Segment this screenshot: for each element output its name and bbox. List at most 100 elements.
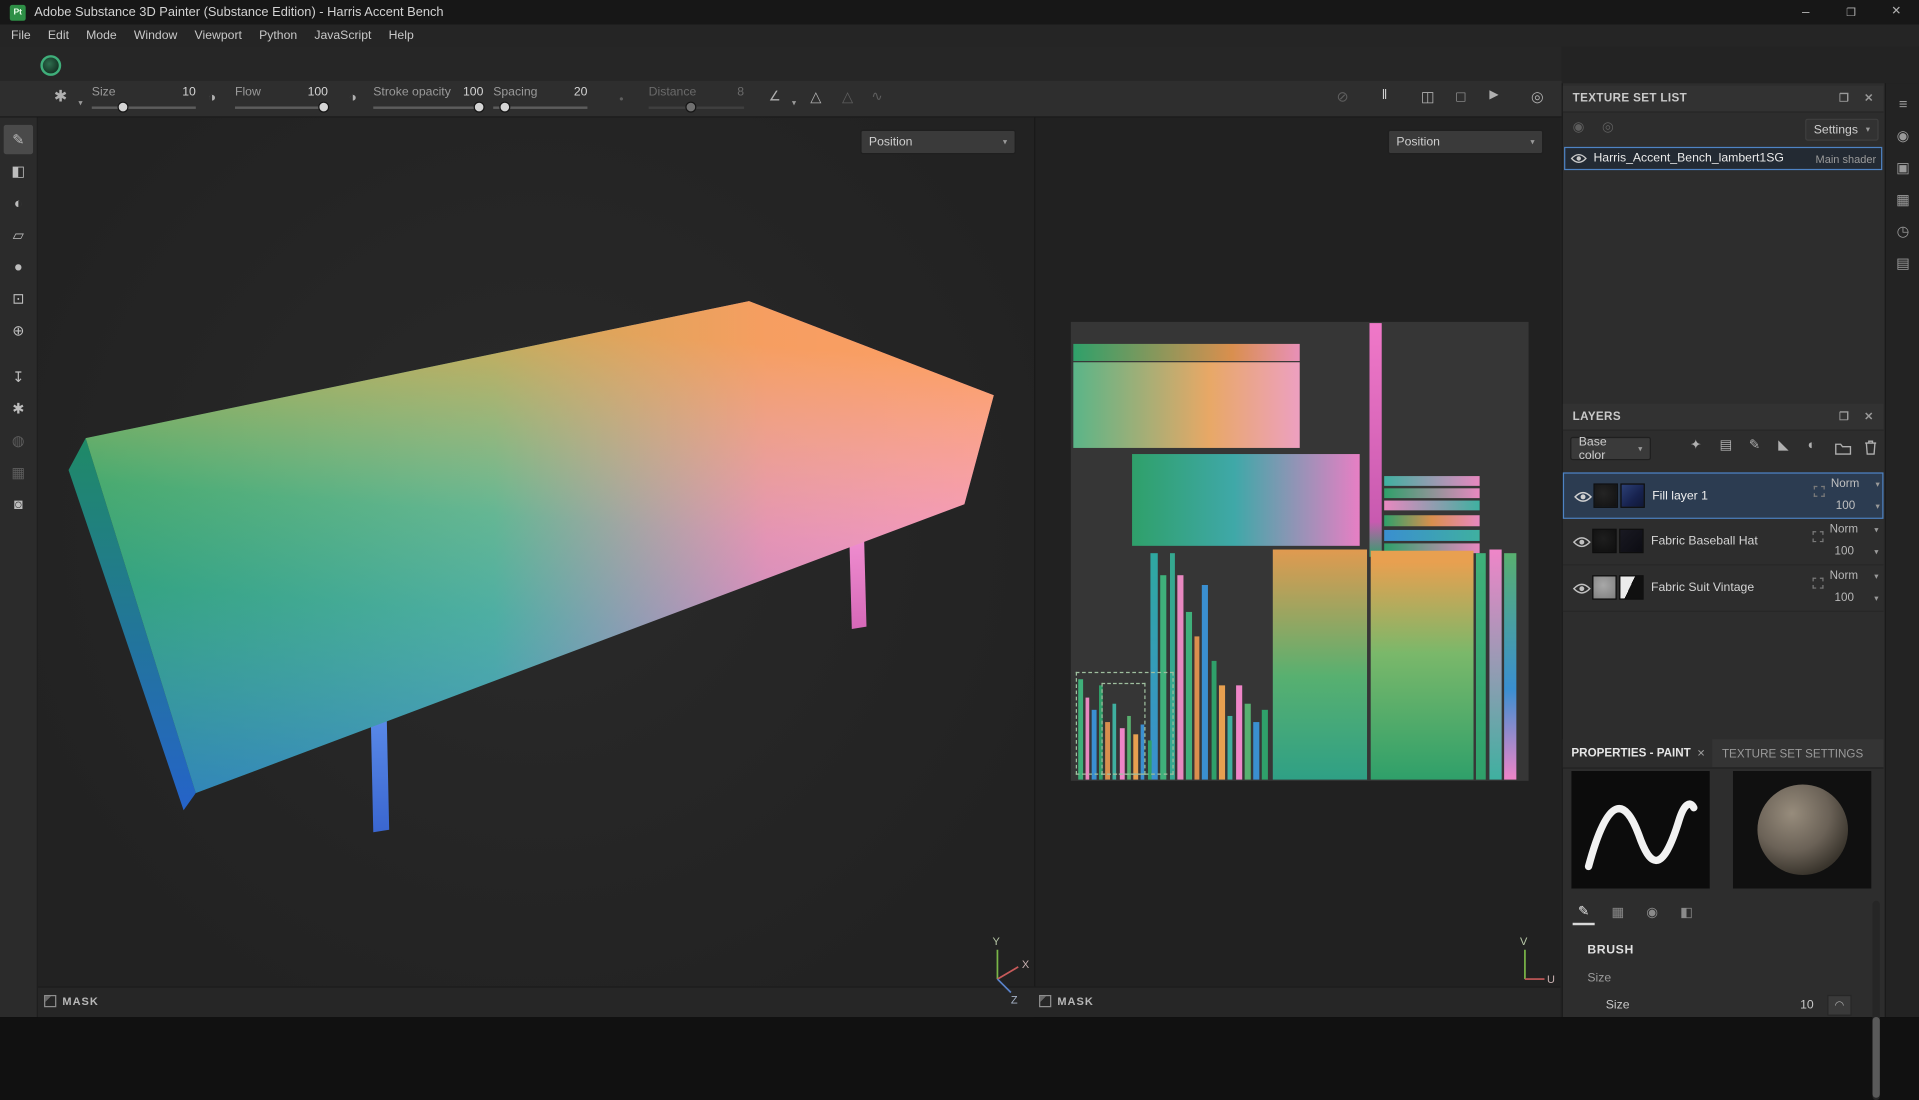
subtab-stencil-icon[interactable]: ◉ [1641,902,1663,924]
layer-thumbnail[interactable] [1592,575,1617,600]
assets-panel-icon[interactable]: ▦ [1886,186,1919,213]
close-panel-icon[interactable]: ✕ [1864,92,1874,104]
shader-settings-icon[interactable]: ◉ [1886,122,1919,149]
blend-mode-select[interactable]: Norm ▾ [1830,523,1879,536]
spacing-slider[interactable] [493,100,588,115]
minimize-button[interactable]: – [1783,0,1828,24]
mask-icon[interactable] [1039,994,1052,1008]
menu-help[interactable]: Help [380,29,422,42]
trash-icon[interactable] [1864,439,1877,455]
detach-panel-icon[interactable]: ❐ [1839,92,1849,104]
texture-set-settings-icon[interactable]: ▣ [1886,154,1919,181]
layer-thumbnail[interactable] [1593,483,1618,508]
split-view-icon[interactable]: ◫ [1421,89,1435,104]
paint-tool[interactable]: ✎ [3,124,34,155]
opacity-falloff-icon[interactable]: ◑ [349,91,357,105]
viewport-3d[interactable]: Position ▾ [37,117,1035,1018]
blend-mode-select[interactable]: Norm ▾ [1830,569,1879,582]
properties-scrollbar-track[interactable] [1872,900,1880,1100]
opacity-select[interactable]: 100 ▾ [1836,499,1880,512]
log-icon[interactable]: ▤ [1886,250,1919,277]
pressure-toggle[interactable]: ◠ [1827,994,1852,1016]
tab-properties-paint[interactable]: PROPERTIES - PAINT ✕ [1562,739,1713,768]
export-tool[interactable]: ↧ [4,362,33,391]
flow-falloff-icon[interactable]: ◑ [208,91,216,105]
subtab-material-icon[interactable]: ◧ [1675,902,1697,924]
menu-python[interactable]: Python [251,29,306,42]
angle-icon[interactable]: ∠ [769,90,781,104]
uv-view-toggle-icon[interactable]: ◎ [1602,121,1614,134]
channel-filter-dropdown[interactable]: Base color ▾ [1570,435,1651,462]
display-tool[interactable]: ◙ [4,490,33,519]
layer-mask-thumbnail[interactable] [1619,528,1644,554]
viewport-2d[interactable]: Position ▾ [1035,117,1561,1018]
channel-select-3d[interactable]: Position ▾ [860,129,1016,155]
subtab-brush-icon[interactable]: ✎ [1572,901,1595,926]
eye-icon[interactable] [1574,491,1593,503]
maximize-button[interactable]: ❐ [1828,0,1873,24]
layer-thumbnail[interactable] [1592,528,1617,554]
add-effect-icon[interactable]: ✦ [1690,439,1701,452]
brush-preset-thumbnail[interactable] [40,55,62,76]
layer-mask-thumbnail[interactable] [1619,575,1644,600]
uv-island-strip [1504,553,1517,780]
add-mask-icon[interactable]: ◐ [1808,439,1816,452]
video-capture-icon[interactable]: ▶ [1489,89,1498,101]
eraser-tool[interactable]: ◧ [4,157,33,186]
close-button[interactable]: ✕ [1874,0,1919,24]
settings-tool[interactable]: ✱ [4,394,33,423]
layer-mask-thumbnail[interactable] [1620,483,1645,508]
projection-tool[interactable]: ◐ [4,188,33,217]
polygon-fill-tool[interactable]: ▱ [4,220,33,249]
channel-select-2d-chevron-icon: ▾ [1530,138,1535,147]
material-view-toggle-icon[interactable]: ◉ [1573,121,1585,134]
eye-icon[interactable] [1572,536,1591,548]
subtab-alpha-icon[interactable]: ▦ [1607,902,1629,924]
symmetry-icon[interactable]: △ [810,89,821,104]
pause-engine-icon[interactable]: ‖ [1382,89,1388,102]
brush-alpha-chevron-icon[interactable]: ▾ [78,98,82,108]
size-slider[interactable] [91,100,196,115]
group-folder-icon[interactable] [1835,441,1852,456]
tab-texture-set-settings[interactable]: TEXTURE SET SETTINGS [1722,748,1863,761]
menu-window[interactable]: Window [125,29,186,42]
add-fill-layer-icon[interactable]: ◣ [1778,439,1788,452]
layer-row-fill-layer-1[interactable]: Fill layer 1 Norm ▾ 100 ▾ [1562,472,1884,519]
flow-slider[interactable] [234,100,330,115]
menu-file[interactable]: File [2,29,39,42]
properties-scrollbar-thumb[interactable] [1872,1017,1880,1098]
layer-row-fabric-suit-vintage[interactable]: Fabric Suit Vintage Norm ▾ 100 ▾ [1562,565,1884,612]
hide-ui-icon[interactable]: ⊘ [1336,89,1348,104]
opacity-select[interactable]: 100 ▾ [1835,591,1879,604]
brush-alpha-icon[interactable]: ✱ [54,88,67,104]
eye-icon[interactable] [1570,153,1587,164]
menu-mode[interactable]: Mode [78,29,126,42]
texture-set-settings-dropdown[interactable]: Settings ▾ [1805,118,1879,141]
angle-chevron-icon[interactable]: ▾ [792,98,796,108]
layer-row-fabric-baseball-hat[interactable]: Fabric Baseball Hat Norm ▾ 100 ▾ [1562,518,1884,566]
tab-close-icon[interactable]: ✕ [1697,748,1705,758]
display-settings-icon[interactable]: ≡ [1886,91,1919,118]
detach-panel-icon[interactable]: ❐ [1839,411,1849,422]
opacity-select[interactable]: 100 ▾ [1835,545,1879,558]
lazy-mouse-icon: ∿ [871,89,883,105]
channel-select-2d[interactable]: Position ▾ [1387,129,1544,155]
add-paint-layer-icon[interactable]: ▤ [1720,439,1733,452]
material-picker-tool[interactable]: ⊕ [4,316,33,345]
close-panel-icon[interactable]: ✕ [1864,411,1874,422]
blend-mode-select[interactable]: Norm ▾ [1831,477,1880,490]
add-brush-icon[interactable]: ✎ [1749,439,1760,452]
eye-icon[interactable] [1572,583,1591,595]
clone-tool[interactable]: ⊡ [4,284,33,313]
brush-stroke-preview [1571,771,1710,889]
menu-edit[interactable]: Edit [39,29,77,42]
mask-icon[interactable] [44,994,57,1008]
texture-set-row[interactable]: Harris_Accent_Bench_lambert1SG Main shad… [1564,146,1883,171]
menu-javascript[interactable]: JavaScript [306,29,380,42]
history-icon[interactable]: ◷ [1886,218,1919,245]
perspective-icon[interactable]: □ [1456,89,1465,104]
menu-viewport[interactable]: Viewport [186,29,251,42]
stroke-opacity-slider[interactable] [373,100,485,115]
screenshot-camera-icon[interactable]: ◎ [1531,89,1544,104]
smudge-tool[interactable]: ● [4,252,33,281]
